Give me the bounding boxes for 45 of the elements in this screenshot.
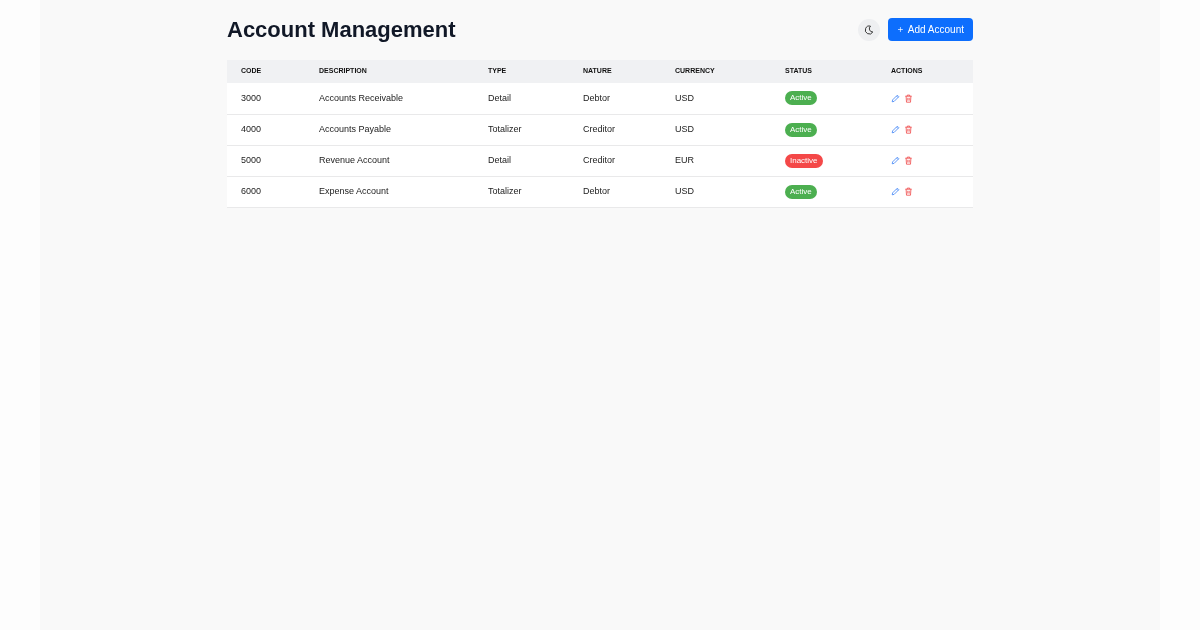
table-cell-text: Detail — [488, 153, 511, 167]
edit-button[interactable] — [891, 93, 900, 103]
pencil-icon — [891, 124, 900, 134]
table-cell-text: Expense Account — [319, 184, 389, 198]
table-cell-text: Totalizer — [488, 122, 522, 136]
plus-icon — [898, 26, 903, 33]
table-cell-text: Revenue Account — [319, 153, 390, 167]
table-cell-text: USD — [675, 122, 694, 136]
table-cell-text: Debtor — [583, 184, 610, 198]
table-cell-text: USD — [675, 184, 694, 198]
add-account-button[interactable]: Add Account — [888, 18, 973, 41]
trash-icon — [904, 124, 913, 134]
trash-icon — [904, 93, 913, 103]
trash-icon — [904, 186, 913, 196]
table-cell-text: Totalizer — [488, 184, 522, 198]
delete-button[interactable] — [904, 186, 913, 196]
table-cell-text: EUR — [675, 153, 694, 167]
pencil-icon — [891, 93, 900, 103]
pencil-icon — [891, 186, 900, 196]
edit-button[interactable] — [891, 155, 900, 165]
delete-button[interactable] — [904, 93, 913, 103]
trash-icon — [904, 155, 913, 165]
delete-button[interactable] — [904, 124, 913, 134]
pencil-icon — [891, 155, 900, 165]
moon-icon — [864, 24, 874, 35]
table-cell: Debtor — [583, 91, 610, 105]
table-cell: Detail — [488, 91, 511, 105]
theme-toggle-button[interactable] — [858, 18, 880, 41]
table-cell: USD — [675, 91, 694, 105]
table-cell: 3000 — [241, 91, 262, 105]
status-badge: Active — [785, 122, 817, 137]
table-cell-text: Creditor — [583, 122, 615, 136]
edit-button[interactable] — [891, 124, 900, 134]
delete-button[interactable] — [904, 155, 913, 165]
table-cell-text: 6000 — [241, 184, 262, 198]
status-badge: Active — [785, 91, 817, 106]
page-title: Account Management — [227, 18, 456, 41]
table-cell-text: 4000 — [241, 122, 262, 136]
table-cell-text: 5000 — [241, 153, 262, 167]
table-cell-text: Accounts Payable — [319, 122, 392, 136]
table-cell-text: Creditor — [583, 153, 615, 167]
edit-button[interactable] — [891, 186, 900, 196]
status-badge: Active — [785, 184, 817, 199]
table-cell: Accounts Receivable — [319, 91, 404, 105]
status-badge: Inactive — [785, 153, 823, 168]
